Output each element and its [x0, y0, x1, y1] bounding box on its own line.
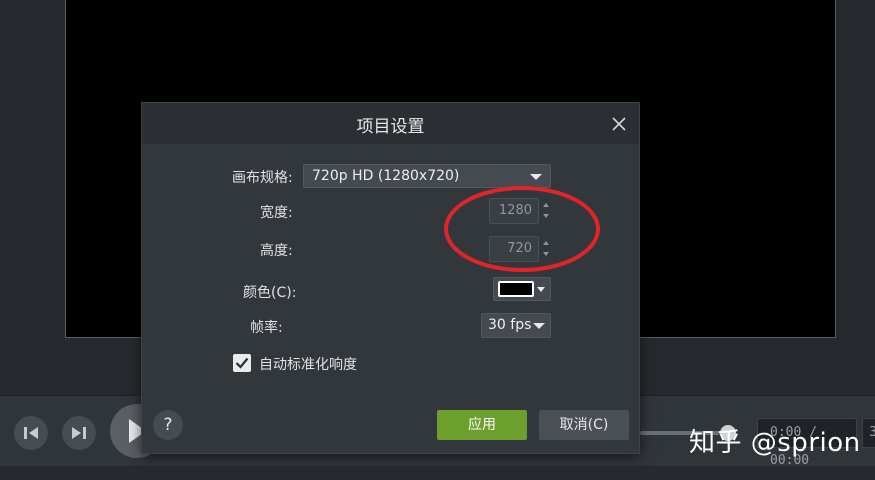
close-icon — [612, 117, 626, 131]
step-forward-icon — [72, 427, 86, 439]
dialog-title: 项目设置 — [356, 117, 425, 137]
cancel-button[interactable]: 取消(C) — [539, 410, 629, 440]
canvas-size-value: 720p HD (1280x720) — [312, 168, 460, 184]
timeline-strip — [0, 466, 875, 480]
stepper-up-icon — [543, 203, 549, 207]
step-forward-button[interactable] — [62, 416, 96, 450]
help-button[interactable]: ? — [153, 410, 183, 440]
canvas-size-select[interactable]: 720p HD (1280x720) — [303, 164, 551, 188]
width-label: 宽度: — [260, 205, 293, 221]
auto-normalize-label: 自动标准化响度 — [259, 357, 357, 373]
dialog-header: 项目设置 — [142, 103, 639, 144]
auto-normalize-checkbox[interactable] — [233, 354, 251, 372]
chevron-down-icon — [530, 174, 542, 180]
step-back-button[interactable] — [14, 416, 48, 450]
width-input[interactable]: 1280 — [489, 198, 539, 224]
watermark: 知乎 @sprion — [689, 428, 861, 458]
step-back-icon — [24, 427, 38, 439]
color-picker[interactable] — [493, 277, 551, 301]
stepper-up-icon — [543, 241, 549, 245]
color-swatch — [498, 281, 534, 297]
stepper-down-icon — [543, 214, 549, 218]
height-input[interactable]: 720 — [489, 236, 539, 262]
close-button[interactable] — [610, 115, 628, 133]
width-stepper[interactable] — [540, 198, 552, 224]
chevron-down-icon — [533, 323, 545, 329]
fps-value: 30 fps — [488, 317, 532, 333]
canvas-size-label: 画布规格: — [232, 170, 293, 186]
fps-select[interactable]: 30 fps — [481, 313, 551, 338]
chevron-down-icon — [537, 287, 545, 292]
project-settings-dialog: 项目设置 画布规格: 720p HD (1280x720) 宽度: 1280 高… — [141, 102, 640, 454]
color-label: 颜色(C): — [243, 285, 297, 301]
fps-label: 帧率: — [250, 320, 283, 336]
time-display-extra: 3 — [862, 418, 875, 448]
height-label: 高度: — [260, 243, 293, 259]
height-stepper[interactable] — [540, 236, 552, 262]
apply-button[interactable]: 应用 — [437, 410, 527, 440]
stepper-down-icon — [543, 252, 549, 256]
checkmark-icon — [235, 357, 249, 369]
